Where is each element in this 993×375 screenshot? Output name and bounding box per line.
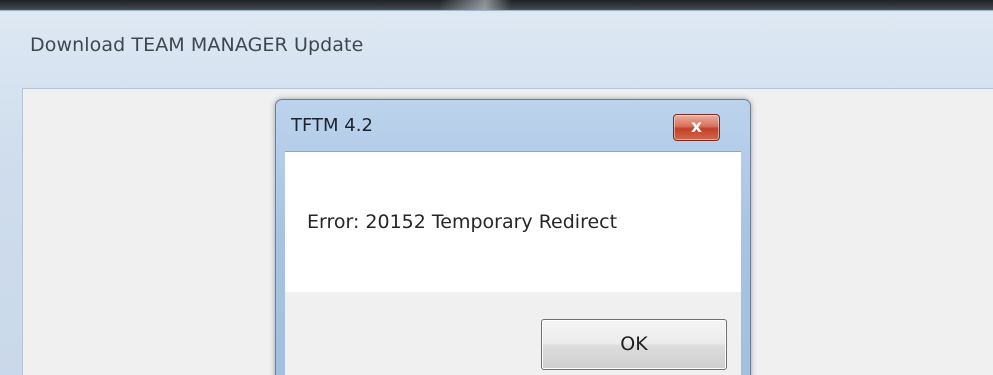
parent-window-title: Download TEAM MANAGER Update: [30, 34, 364, 56]
close-icon: x: [691, 117, 702, 137]
close-button[interactable]: x: [673, 114, 720, 141]
error-message: Error: 20152 Temporary Redirect: [307, 211, 618, 233]
dialog-footer: OK: [285, 292, 741, 375]
dialog-title: TFTM 4.2: [291, 115, 373, 136]
screen: Download TEAM MANAGER Update TFTM 4.2 x …: [0, 0, 993, 375]
ok-button[interactable]: OK: [541, 319, 727, 370]
error-dialog: TFTM 4.2 x Error: 20152 Temporary Redire…: [275, 99, 751, 375]
dialog-body: Error: 20152 Temporary Redirect: [285, 151, 741, 292]
